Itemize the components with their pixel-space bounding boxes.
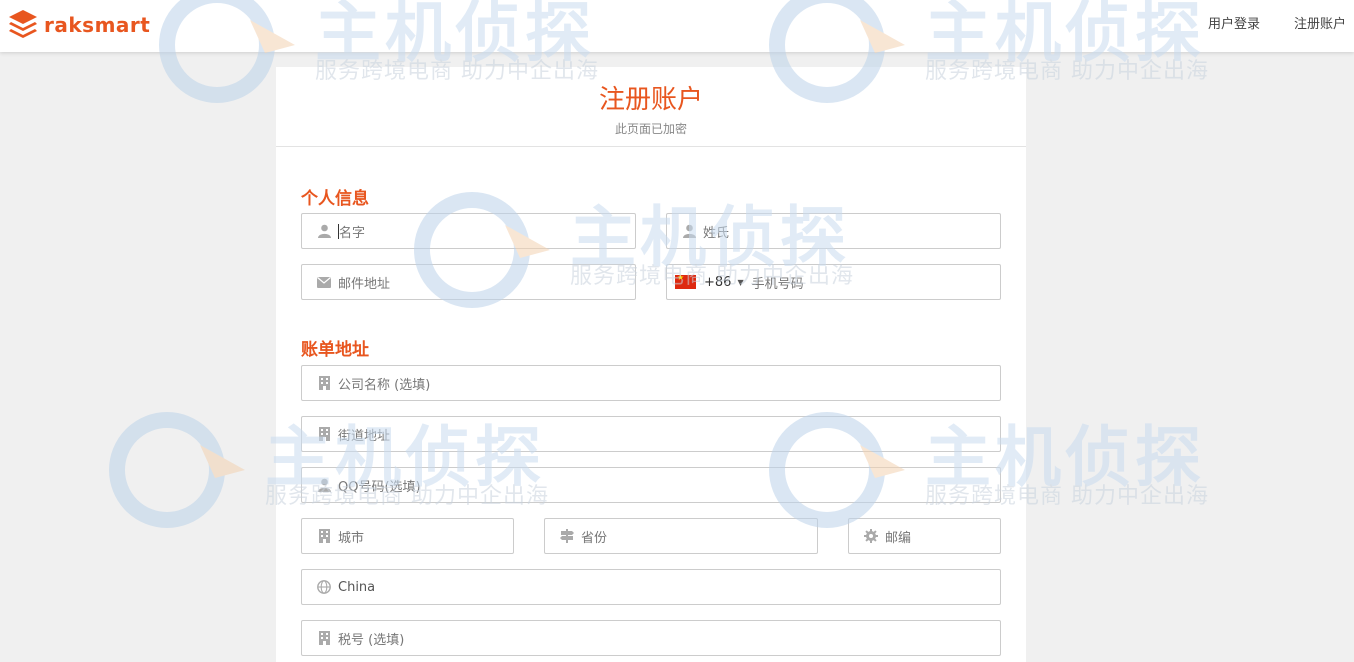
register-panel: 注册账户 此页面已加密 个人信息 名字 姓氏 邮件地址 +86 ▼ 手机号码 账… bbox=[276, 67, 1026, 662]
building-icon bbox=[313, 525, 335, 547]
user-icon bbox=[313, 220, 335, 242]
brand-logo[interactable]: raksmart bbox=[8, 9, 150, 41]
section-billing-title: 账单地址 bbox=[301, 340, 369, 360]
user-icon bbox=[313, 474, 335, 496]
gear-icon bbox=[860, 525, 882, 547]
envelope-icon bbox=[313, 271, 335, 293]
page-title: 注册账户 bbox=[598, 85, 703, 115]
province-field[interactable]: 省份 bbox=[544, 518, 818, 554]
phone-placeholder: 手机号码 bbox=[751, 276, 804, 292]
tax-id-field[interactable]: 税号 (选填) bbox=[301, 620, 1001, 656]
city-field[interactable]: 城市 bbox=[301, 518, 514, 554]
logo-icon bbox=[9, 10, 37, 38]
tax-id-placeholder: 税号 (选填) bbox=[338, 632, 405, 648]
register-link[interactable]: 注册账户 bbox=[1294, 13, 1346, 32]
signpost-icon bbox=[556, 525, 578, 547]
panel-header: 注册账户 此页面已加密 bbox=[276, 67, 1026, 147]
building-icon bbox=[313, 372, 335, 394]
first-name-field[interactable]: 名字 bbox=[301, 213, 636, 249]
qq-placeholder: QQ号码(选填) bbox=[338, 479, 421, 495]
first-name-placeholder: 名字 bbox=[339, 225, 366, 241]
login-link[interactable]: 用户登录 bbox=[1208, 13, 1260, 32]
country-value: China bbox=[338, 579, 376, 595]
last-name-placeholder: 姓氏 bbox=[703, 225, 730, 241]
building-icon bbox=[313, 423, 335, 445]
china-flag-icon[interactable] bbox=[675, 273, 696, 289]
company-field[interactable]: 公司名称 (选填) bbox=[301, 365, 1001, 401]
top-navbar: raksmart 用户登录 注册账户 bbox=[0, 0, 1354, 52]
page-subtitle: 此页面已加密 bbox=[614, 122, 687, 136]
city-placeholder: 城市 bbox=[338, 530, 365, 546]
chevron-down-icon[interactable]: ▼ bbox=[737, 278, 743, 287]
watermark-globe-icon bbox=[109, 412, 245, 528]
section-personal-title: 个人信息 bbox=[301, 189, 369, 209]
globe-icon bbox=[313, 576, 335, 598]
phone-field[interactable]: +86 ▼ 手机号码 bbox=[666, 264, 1001, 300]
qq-field[interactable]: QQ号码(选填) bbox=[301, 467, 1001, 503]
province-placeholder: 省份 bbox=[581, 530, 608, 546]
postcode-placeholder: 邮编 bbox=[885, 530, 912, 546]
street-field[interactable]: 街道地址 bbox=[301, 416, 1001, 452]
company-placeholder: 公司名称 (选填) bbox=[338, 377, 431, 393]
user-icon bbox=[678, 220, 700, 242]
postcode-field[interactable]: 邮编 bbox=[848, 518, 1001, 554]
dial-code[interactable]: +86 bbox=[704, 275, 731, 290]
top-nav: 用户登录 注册账户 bbox=[1208, 13, 1346, 32]
email-placeholder: 邮件地址 bbox=[338, 276, 391, 292]
street-placeholder: 街道地址 bbox=[338, 428, 391, 444]
country-select[interactable]: China bbox=[301, 569, 1001, 605]
brand-name: raksmart bbox=[44, 13, 151, 37]
building-icon bbox=[313, 627, 335, 649]
last-name-field[interactable]: 姓氏 bbox=[666, 213, 1001, 249]
email-field[interactable]: 邮件地址 bbox=[301, 264, 636, 300]
